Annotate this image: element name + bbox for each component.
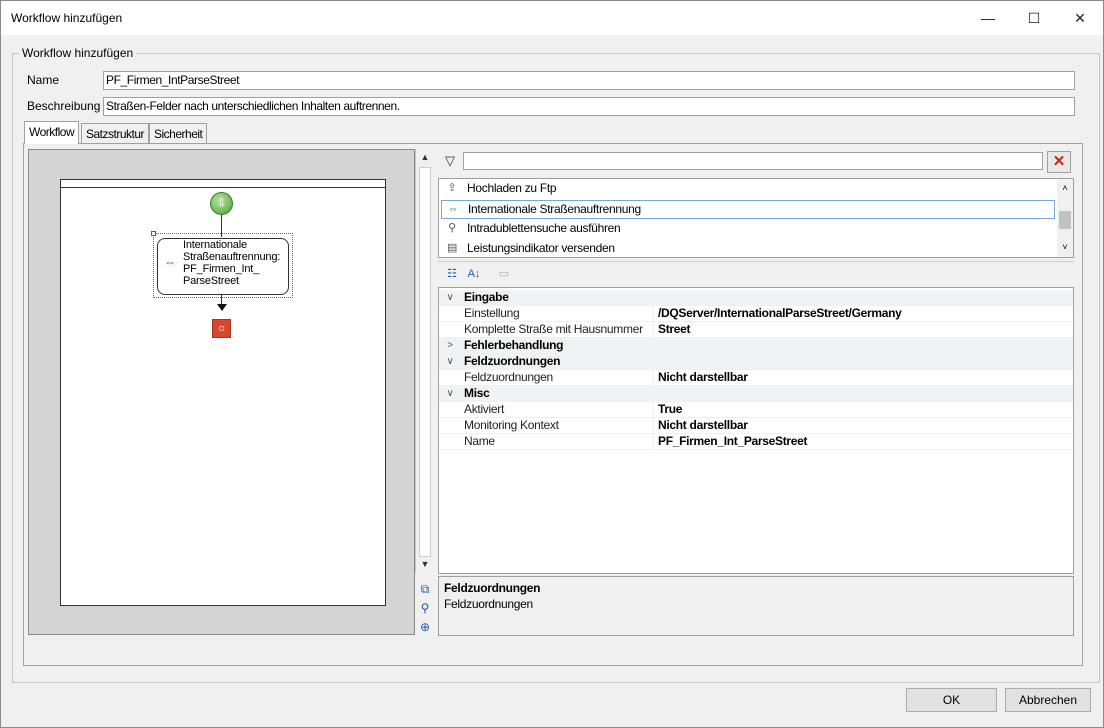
description-label: Beschreibung bbox=[27, 99, 101, 113]
property-value[interactable]: PF_Firmen_Int_ParseStreet bbox=[658, 434, 808, 449]
category-label: Feldzuordnungen bbox=[464, 354, 561, 368]
upload-icon: ⇪ bbox=[447, 182, 457, 194]
property-row[interactable]: Komplette Straße mit Hausnummer Street bbox=[439, 322, 1073, 338]
title-bar: Workflow hinzufügen — ☐ ✕ bbox=[1, 1, 1103, 35]
activity-node-label: Internationale Straßenauftrennung: PF_Fi… bbox=[183, 239, 289, 287]
activity-label: Intradublettensuche ausführen bbox=[467, 221, 621, 235]
magnifier-icon: ⚲ bbox=[448, 222, 456, 234]
propertygrid-toolbar bbox=[438, 261, 1074, 287]
category-label: Fehlerbehandlung bbox=[464, 338, 564, 352]
column-divider bbox=[653, 418, 654, 434]
category-row-misc[interactable]: ∨ Misc bbox=[439, 386, 1073, 402]
list-item[interactable]: ⇪ Hochladen zu Ftp bbox=[441, 179, 1055, 198]
workflow-activity-node[interactable]: ⇔ Internationale Straßenauftrennung: PF_… bbox=[157, 238, 289, 295]
activity-list-scrollbar[interactable]: ˄ ˅ bbox=[1057, 179, 1073, 257]
list-item[interactable]: ▤ Leistungsindikator versenden bbox=[441, 239, 1055, 257]
property-name: Name bbox=[464, 434, 495, 448]
activity-list[interactable]: ⇪ Hochladen zu Ftp ⇔ Internationale Stra… bbox=[438, 178, 1074, 258]
property-name: Komplette Straße mit Hausnummer bbox=[464, 322, 643, 336]
property-row[interactable]: Aktiviert True bbox=[439, 402, 1073, 418]
property-name: Aktiviert bbox=[464, 402, 504, 416]
name-field[interactable]: PF_Firmen_IntParseStreet bbox=[103, 71, 1075, 90]
column-divider bbox=[653, 370, 654, 386]
tab-workflow[interactable]: Workflow bbox=[24, 121, 80, 144]
property-name: Einstellung bbox=[464, 306, 520, 320]
chevron-right-icon[interactable]: > bbox=[444, 338, 456, 353]
property-value[interactable]: /DQServer/InternationalParseStreet/Germa… bbox=[658, 306, 902, 321]
category-label: Misc bbox=[464, 386, 490, 400]
copy-icon[interactable]: ⧉ bbox=[417, 581, 433, 597]
workflow-start-icon[interactable]: ⇩ bbox=[210, 192, 233, 215]
column-divider bbox=[653, 402, 654, 418]
property-value[interactable]: True bbox=[658, 402, 682, 417]
chevron-down-icon[interactable]: ∨ bbox=[444, 354, 456, 369]
alphabetical-icon[interactable]: A↓ bbox=[464, 264, 484, 284]
minimize-icon[interactable]: — bbox=[965, 1, 1011, 35]
property-row[interactable]: Name PF_Firmen_Int_ParseStreet bbox=[439, 434, 1073, 450]
ok-button[interactable]: OK bbox=[906, 688, 997, 712]
description-field[interactable]: Straßen-Felder nach unterschiedlichen In… bbox=[103, 97, 1075, 116]
property-pages-icon: ▭ bbox=[498, 268, 510, 280]
chevron-down-icon[interactable]: ˅ bbox=[1057, 239, 1073, 255]
zoom-icon[interactable]: ⊕ bbox=[417, 619, 433, 635]
activity-filter-input[interactable] bbox=[463, 152, 1043, 170]
canvas-header-line bbox=[60, 187, 386, 188]
activity-label: Hochladen zu Ftp bbox=[467, 181, 557, 195]
category-label: Eingabe bbox=[464, 290, 509, 304]
property-value[interactable]: Nicht darstellbar bbox=[658, 418, 748, 433]
dialog-window: Workflow hinzufügen — ☐ ✕ Workflow hinzu… bbox=[0, 0, 1104, 728]
help-title: Feldzuordnungen bbox=[444, 581, 541, 595]
activity-label: Internationale Straßenauftrennung bbox=[468, 202, 641, 216]
property-grid[interactable]: ∨ Eingabe Einstellung /DQServer/Internat… bbox=[438, 287, 1074, 574]
activity-label: Leistungsindikator versenden bbox=[467, 241, 615, 255]
node-line: Internationale bbox=[183, 239, 247, 251]
category-row-eingabe[interactable]: ∨ Eingabe bbox=[439, 290, 1073, 306]
column-divider bbox=[653, 322, 654, 338]
category-row-fehlerbehandlung[interactable]: > Fehlerbehandlung bbox=[439, 338, 1073, 354]
workflow-end-icon[interactable]: ○ bbox=[212, 319, 231, 338]
category-row-feldzuordnungen[interactable]: ∨ Feldzuordnungen bbox=[439, 354, 1073, 370]
filter-icon: ▽ bbox=[445, 153, 455, 168]
node-line: Straßenauftrennung: bbox=[183, 251, 281, 263]
list-item[interactable]: ⚲ Intradublettensuche ausführen bbox=[441, 219, 1055, 238]
indicator-icon: ▤ bbox=[446, 242, 458, 254]
column-divider bbox=[653, 434, 654, 450]
categorized-icon[interactable]: ☷ bbox=[442, 264, 462, 284]
groupbox-title: Workflow hinzufügen bbox=[19, 46, 137, 60]
maximize-icon[interactable]: ☐ bbox=[1011, 1, 1057, 35]
property-row[interactable]: Monitoring Kontext Nicht darstellbar bbox=[439, 418, 1073, 434]
split-arrows-icon: ⇔ bbox=[164, 255, 176, 269]
cancel-button[interactable]: Abbrechen bbox=[1005, 688, 1091, 712]
selection-handle[interactable] bbox=[151, 231, 156, 236]
window-title: Workflow hinzufügen bbox=[11, 11, 123, 25]
property-row[interactable]: Einstellung /DQServer/InternationalParse… bbox=[439, 306, 1073, 322]
name-label: Name bbox=[27, 73, 60, 87]
scroll-thumb[interactable] bbox=[1059, 211, 1071, 229]
column-divider bbox=[653, 306, 654, 322]
property-name: Monitoring Kontext bbox=[464, 418, 559, 432]
property-value[interactable]: Street bbox=[658, 322, 691, 337]
scroll-track[interactable] bbox=[419, 167, 431, 557]
list-item[interactable]: ⇔ Internationale Straßenauftrennung bbox=[441, 200, 1055, 219]
chevron-down-icon[interactable]: ∨ bbox=[444, 386, 456, 401]
node-line: ParseStreet bbox=[183, 275, 239, 287]
node-line: PF_Firmen_Int_ bbox=[183, 263, 260, 275]
property-help-panel: Feldzuordnungen Feldzuordnungen bbox=[438, 576, 1074, 636]
designer-scrollbar[interactable]: ▲ ▼ bbox=[415, 149, 433, 573]
chevron-up-icon[interactable]: ˄ bbox=[1057, 180, 1073, 196]
tab-satzstruktur[interactable]: Satzstruktur bbox=[81, 123, 150, 143]
help-description: Feldzuordnungen bbox=[444, 597, 533, 611]
property-row[interactable]: Feldzuordnungen Nicht darstellbar bbox=[439, 370, 1073, 386]
chevron-down-icon[interactable]: ∨ bbox=[444, 290, 456, 305]
arrow-down-icon bbox=[217, 304, 227, 311]
tab-sicherheit[interactable]: Sicherheit bbox=[149, 123, 208, 143]
scroll-up-icon[interactable]: ▲ bbox=[416, 149, 434, 166]
property-value[interactable]: Nicht darstellbar bbox=[658, 370, 748, 385]
clear-filter-button[interactable]: ✕ bbox=[1047, 151, 1071, 173]
close-icon[interactable]: ✕ bbox=[1057, 1, 1103, 35]
split-arrows-icon: ⇔ bbox=[447, 203, 459, 215]
property-name: Feldzuordnungen bbox=[464, 370, 553, 384]
find-icon[interactable]: ⚲ bbox=[417, 600, 433, 616]
scroll-down-icon[interactable]: ▼ bbox=[416, 556, 434, 573]
